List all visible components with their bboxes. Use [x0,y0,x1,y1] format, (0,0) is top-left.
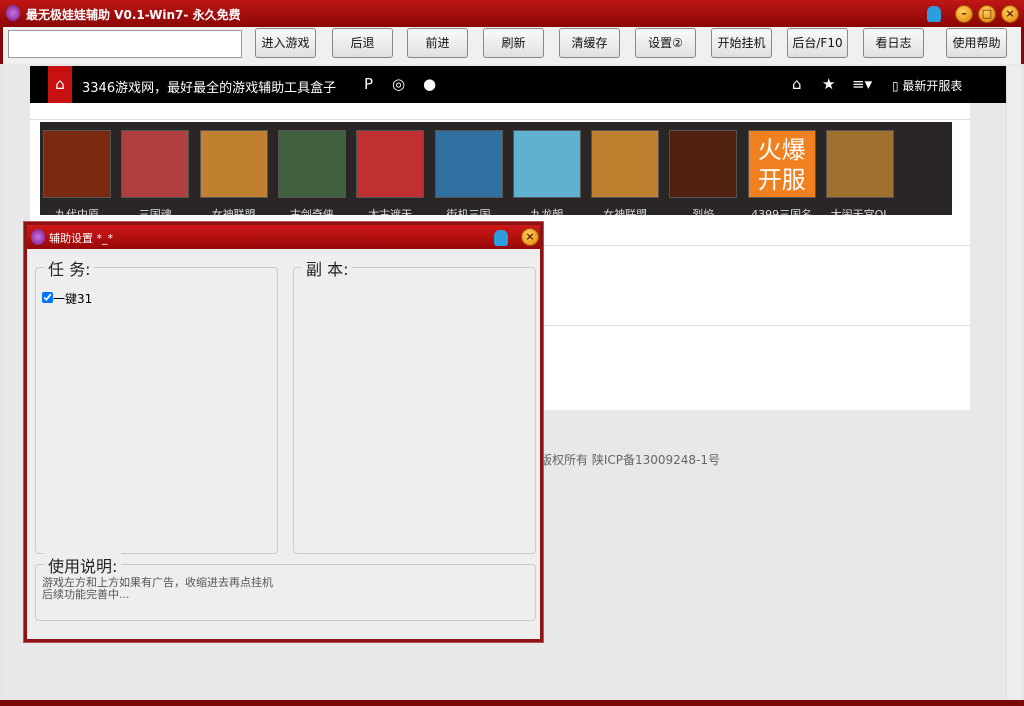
back-button[interactable]: 后退 [332,28,393,58]
game-name[interactable]: 烈焰 [669,206,737,215]
game-thumbnail[interactable] [199,130,268,198]
server-list-label: 最新开服表 [902,79,963,93]
p-icon[interactable]: P [364,75,373,93]
help-line: 后续功能完善中... [42,588,130,601]
task-caption: 任 务: [44,256,95,280]
game-tile[interactable]: 街机三国 [434,130,503,215]
game-tile[interactable]: 女神联盟 [591,130,660,215]
url-input[interactable] [8,30,242,58]
toolbar: 进入游戏 后退 前进 刷新 清缓存 设置② 开始挂机 后台/F10 看日志 使用… [0,27,1024,64]
game-thumbnail[interactable] [434,130,503,198]
task-checkbox[interactable] [42,292,53,303]
dialog-title: 辅助设置 *_* [49,232,113,245]
help-group: 使用说明: 游戏左方和上方如果有广告，收缩进去再点挂机 后续功能完善中... [35,553,536,621]
game-thumbnail[interactable] [43,130,111,198]
minimize-button[interactable]: – [955,5,973,23]
help-text: 游戏左方和上方如果有广告，收缩进去再点挂机 后续功能完善中... [42,577,273,601]
background-button[interactable]: 后台/F10 [787,28,848,58]
game-name[interactable]: 三国魂 [121,206,189,215]
wechat-icon[interactable]: ● [423,75,436,93]
game-tile[interactable]: 三国魂 [121,130,190,215]
game-thumbnail[interactable] [591,130,660,198]
game-tile[interactable]: 九代中原 [43,130,111,215]
dialog-close-button[interactable]: × [521,228,539,246]
star-icon[interactable]: ★ [822,75,835,93]
divider [30,119,970,120]
maximize-button[interactable]: □ [978,5,996,23]
settings-button[interactable]: 设置② [635,28,696,58]
menu-icon[interactable]: ≡▾ [852,75,872,93]
forward-button[interactable]: 前进 [407,28,468,58]
close-button[interactable]: × [1001,5,1019,23]
help-button[interactable]: 使用帮助 [946,28,1007,58]
game-thumbnail[interactable]: 火爆开服 [747,130,816,198]
game-name[interactable]: 太古遮天 [356,206,424,215]
game-thumbnail[interactable] [826,130,894,198]
game-name[interactable]: 女神联盟 [200,206,268,215]
skin-icon[interactable] [494,230,508,246]
site-slogan[interactable]: 3346游戏网，最好最全的游戏辅助工具盒子 [82,77,336,96]
enter-game-button[interactable]: 进入游戏 [255,28,316,58]
title-bar: 最无极娃娃辅助 V0.1-Win7- 永久免费 – □ × [0,0,1024,27]
game-tile[interactable]: 太古遮天 [356,130,425,215]
game-name[interactable]: 九代中原 [43,206,111,215]
game-name[interactable]: 九龙朝 [513,206,581,215]
game-name[interactable]: 街机三国 [435,206,503,215]
home-nav-icon[interactable]: ⌂ [792,75,802,93]
settings-dialog: 辅助设置 *_* × 任 务: 一键31 副 本: 使用说明: 游戏左方和上方如… [24,222,543,642]
game-tile[interactable]: 火爆开服 4399三国名 [747,130,816,215]
dialog-title-bar[interactable]: 辅助设置 *_* × [27,225,540,249]
refresh-button[interactable]: 刷新 [483,28,544,58]
game-name[interactable]: 女神联盟 [591,206,659,215]
game-tile[interactable]: 大闹天宫OL [826,130,894,215]
game-name[interactable]: 古剑奇侠 [278,206,346,215]
footer-copyright: 版权所有 陕ICP备13009248-1号 [540,453,721,467]
game-tile[interactable]: 女神联盟 [199,130,268,215]
game-tile[interactable]: 古剑奇侠 [277,130,346,215]
game-thumbnail[interactable] [356,130,425,198]
site-nav: ⌂ 3346游戏网，最好最全的游戏辅助工具盒子 P ◎ ● ⌂ ★ ≡▾ ▯ 最… [30,66,1006,103]
game-thumbnail[interactable] [121,130,190,198]
game-name[interactable]: 大闹天宫OL [826,206,894,215]
help-caption: 使用说明: [44,553,122,577]
dungeon-caption: 副 本: [302,256,353,280]
app-icon [6,5,20,21]
game-thumbnail[interactable] [669,130,738,198]
scrollbar[interactable] [1006,66,1021,700]
game-strip: 九代中原 三国魂 女神联盟 古剑奇侠 太古遮天 街机三国 九龙朝 女神联盟 烈焰 火爆开服 4399… [40,122,952,215]
dialog-icon [31,229,45,245]
weibo-icon[interactable]: ◎ [392,75,405,93]
home-icon[interactable]: ⌂ [48,66,72,103]
game-name[interactable]: 4399三国名 [748,206,816,215]
task-item-label: 一键31 [53,292,93,306]
start-hangup-button[interactable]: 开始挂机 [711,28,772,58]
task-group: 任 务: 一键31 [35,256,278,554]
game-tile[interactable]: 烈焰 [669,130,738,215]
skin-icon[interactable] [927,6,941,22]
game-thumbnail[interactable] [277,130,346,198]
window-bottom-border [0,700,1024,706]
task-item[interactable]: 一键31 [42,290,92,307]
dungeon-group: 副 本: [293,256,536,554]
game-thumbnail[interactable] [512,130,581,198]
view-log-button[interactable]: 看日志 [863,28,924,58]
clear-cache-button[interactable]: 清缓存 [559,28,620,58]
window-title: 最无极娃娃辅助 V0.1-Win7- 永久免费 [26,8,241,22]
game-tile[interactable]: 九龙朝 [512,130,581,215]
server-list-link[interactable]: ▯ 最新开服表 [892,77,962,94]
